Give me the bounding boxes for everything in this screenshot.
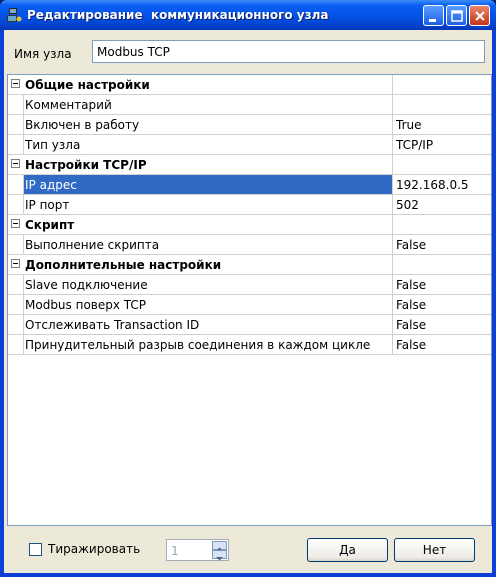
property-name: Modbus поверх TCP <box>24 295 393 314</box>
property-row[interactable]: Принудительный разрыв соединения в каждо… <box>8 335 491 355</box>
minimize-button[interactable] <box>423 5 444 26</box>
property-value[interactable]: False <box>394 335 426 357</box>
property-name: IP адрес <box>24 175 393 194</box>
property-grid[interactable]: Общие настройки Комментарий Включен в ра… <box>7 74 492 526</box>
bottom-bar: Тиражировать 1 Да Нет <box>4 526 492 573</box>
property-name: IP порт <box>24 195 393 214</box>
count-value[interactable]: 1 <box>171 544 179 558</box>
section-general[interactable]: Общие настройки <box>8 75 491 95</box>
section-script[interactable]: Скрипт <box>8 215 491 235</box>
stepper-down-button[interactable] <box>212 550 227 561</box>
property-row[interactable]: Комментарий <box>8 95 491 115</box>
cancel-button[interactable]: Нет <box>394 538 475 562</box>
property-value[interactable]: False <box>394 275 426 297</box>
section-title: Скрипт <box>24 215 393 234</box>
property-name: Тип узла <box>24 135 393 154</box>
replicate-checkbox[interactable] <box>29 543 42 556</box>
property-value[interactable]: True <box>394 115 422 137</box>
property-name: Выполнение скрипта <box>24 235 393 254</box>
node-name-input[interactable]: Modbus TCP <box>92 40 485 63</box>
property-row[interactable]: Modbus поверх TCP False <box>8 295 491 315</box>
property-value[interactable]: False <box>394 295 426 317</box>
replicate-label[interactable]: Тиражировать <box>48 542 140 556</box>
dialog-window: Редактирование коммуникационного узла Им… <box>0 0 496 577</box>
collapse-icon[interactable] <box>11 259 20 268</box>
title-bar[interactable]: Редактирование коммуникационного узла <box>0 0 496 30</box>
ok-button[interactable]: Да <box>307 538 388 562</box>
property-row[interactable]: Выполнение скрипта False <box>8 235 491 255</box>
dialog-client-area: Имя узла Modbus TCP Общие настройки Комм… <box>4 30 492 573</box>
property-name: Отслеживать Transaction ID <box>24 315 393 334</box>
property-row[interactable]: Slave подключение False <box>8 275 491 295</box>
property-row[interactable]: Отслеживать Transaction ID False <box>8 315 491 335</box>
property-value[interactable]: 502 <box>394 195 419 217</box>
collapse-icon[interactable] <box>11 79 20 88</box>
section-title: Дополнительные настройки <box>24 255 393 274</box>
property-row[interactable]: Включен в работу True <box>8 115 491 135</box>
app-icon <box>7 8 22 22</box>
property-value[interactable]: TCP/IP <box>394 135 433 157</box>
close-icon <box>475 11 485 21</box>
section-advanced[interactable]: Дополнительные настройки <box>8 255 491 275</box>
property-name: Включен в работу <box>24 115 393 134</box>
collapse-icon[interactable] <box>11 219 20 228</box>
arrow-down-icon <box>216 557 223 561</box>
node-name-label: Имя узла <box>14 47 72 61</box>
maximize-button[interactable] <box>446 5 467 26</box>
collapse-icon[interactable] <box>11 159 20 168</box>
property-value[interactable]: 192.168.0.5 <box>394 175 469 197</box>
property-value[interactable] <box>394 95 396 117</box>
section-title: Общие настройки <box>24 75 393 94</box>
property-value[interactable]: False <box>394 235 426 257</box>
maximize-icon <box>451 10 463 22</box>
count-stepper[interactable]: 1 <box>166 539 229 561</box>
property-row[interactable]: Тип узла TCP/IP <box>8 135 491 155</box>
property-row-selected[interactable]: IP адрес 192.168.0.5 <box>8 175 491 195</box>
property-row[interactable]: IP порт 502 <box>8 195 491 215</box>
section-tcpip[interactable]: Настройки TCP/IP <box>8 155 491 175</box>
window-title: Редактирование коммуникационного узла <box>27 8 329 22</box>
property-name: Принудительный разрыв соединения в каждо… <box>24 335 393 354</box>
minimize-icon <box>429 19 436 22</box>
property-name: Комментарий <box>24 95 393 114</box>
stepper-up-button[interactable] <box>212 541 227 551</box>
property-name: Slave подключение <box>24 275 393 294</box>
property-value[interactable]: False <box>394 315 426 337</box>
close-button[interactable] <box>469 5 490 26</box>
section-title: Настройки TCP/IP <box>24 155 393 174</box>
